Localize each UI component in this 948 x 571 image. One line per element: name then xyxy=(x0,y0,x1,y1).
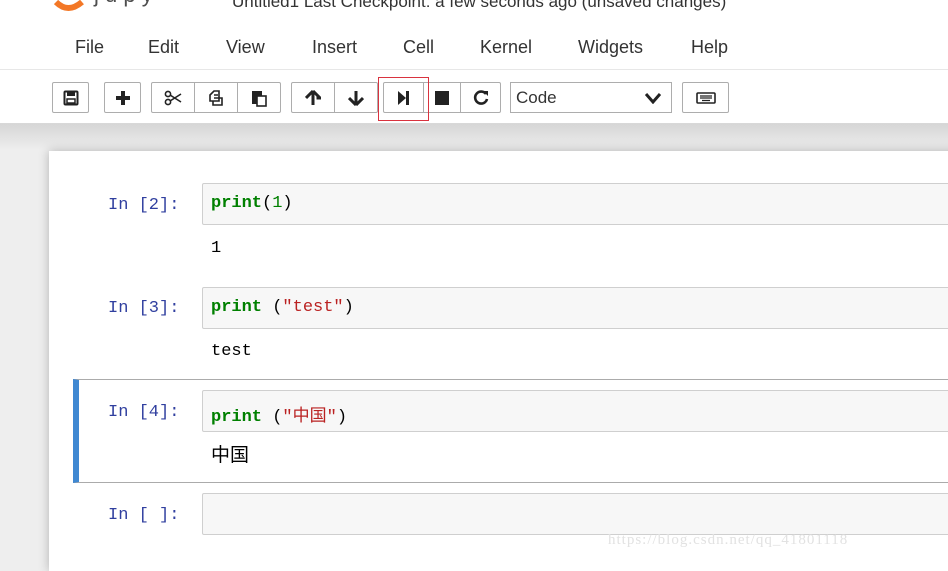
code-arg: "中国" xyxy=(282,408,337,427)
cell-output: 中国 xyxy=(211,444,250,466)
notebook-shadow xyxy=(0,124,948,150)
scissors-icon xyxy=(164,90,182,105)
paste-button[interactable] xyxy=(237,82,281,113)
code-keyword: print xyxy=(211,408,263,427)
code-input[interactable]: print ("中国") xyxy=(202,390,948,432)
cell-type-value: Code xyxy=(516,88,557,107)
repeat-icon xyxy=(473,89,488,105)
command-palette-button[interactable] xyxy=(682,82,729,113)
menu-cell[interactable]: Cell xyxy=(403,37,434,58)
code-input[interactable] xyxy=(202,493,948,535)
code-input[interactable]: print(1) xyxy=(202,183,948,225)
code-open: ( xyxy=(262,194,273,213)
interrupt-button[interactable] xyxy=(423,82,461,113)
save-button[interactable] xyxy=(52,82,89,113)
move-down-button[interactable] xyxy=(334,82,378,113)
code-keyword: print xyxy=(211,194,263,213)
cell-output: test xyxy=(211,342,252,361)
menu-help[interactable]: Help xyxy=(691,37,728,58)
cell-type-select[interactable]: Code xyxy=(510,82,672,113)
code-close: ) xyxy=(282,194,293,213)
code-close: ) xyxy=(343,298,354,317)
paste-icon xyxy=(252,90,267,107)
watermark: https://blog.csdn.net/qq_41801118 xyxy=(608,532,849,548)
cell-prompt: In [4]: xyxy=(108,403,180,422)
code-input[interactable]: print ("test") xyxy=(202,287,948,329)
copy-button[interactable] xyxy=(194,82,238,113)
insert-cell-button[interactable] xyxy=(104,82,141,113)
plus-icon xyxy=(115,90,130,105)
restart-button[interactable] xyxy=(460,82,501,113)
move-up-button[interactable] xyxy=(291,82,335,113)
code-close: ) xyxy=(336,408,348,427)
keyboard-icon xyxy=(695,91,716,104)
cut-button[interactable] xyxy=(151,82,195,113)
menu-file[interactable]: File xyxy=(75,37,104,58)
run-button[interactable] xyxy=(383,82,424,113)
svg-text:j u p y: j u p y xyxy=(93,0,153,7)
menubar: File Edit View Insert Cell Kernel Widget… xyxy=(0,28,948,70)
copy-icon xyxy=(209,89,223,106)
cell-prompt: In [2]: xyxy=(108,196,180,215)
menu-widgets[interactable]: Widgets xyxy=(578,37,643,58)
code-open: ( xyxy=(262,298,283,317)
cell-prompt: In [3]: xyxy=(108,299,180,318)
stop-icon xyxy=(435,90,449,105)
floppy-disk-icon xyxy=(63,90,78,105)
menu-view[interactable]: View xyxy=(226,37,265,58)
cell-prompt: In [ ]: xyxy=(108,506,180,525)
step-forward-icon xyxy=(397,90,409,105)
toolbar: Code xyxy=(0,70,948,124)
code-arg: 1 xyxy=(272,194,283,213)
jupyter-logo[interactable]: j u p y xyxy=(48,0,188,18)
menu-edit[interactable]: Edit xyxy=(148,37,179,58)
code-open: ( xyxy=(262,408,283,427)
menu-insert[interactable]: Insert xyxy=(312,37,357,58)
arrow-up-icon xyxy=(305,89,321,105)
cell-output: 1 xyxy=(211,239,222,258)
notebook-title[interactable]: Untitled1 Last Checkpoint: a few seconds… xyxy=(232,0,726,12)
code-arg: "test" xyxy=(282,298,344,317)
chevron-down-icon xyxy=(645,93,661,104)
menu-kernel[interactable]: Kernel xyxy=(480,37,532,58)
arrow-down-icon xyxy=(348,90,364,106)
header: j u p y Untitled1 Last Checkpoint: a few… xyxy=(0,0,948,28)
code-keyword: print xyxy=(211,298,263,317)
